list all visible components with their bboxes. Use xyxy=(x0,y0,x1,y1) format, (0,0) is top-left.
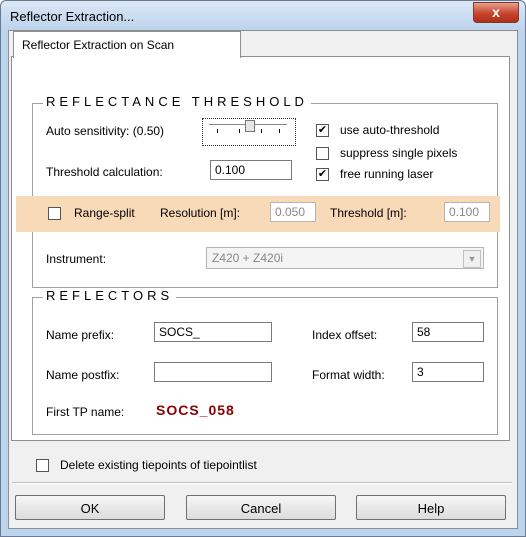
name-prefix-input[interactable]: SOCS_ xyxy=(154,322,272,342)
format-width-input[interactable]: 3 xyxy=(412,362,484,382)
name-postfix-input[interactable] xyxy=(154,362,272,382)
first-tp-name-value: SOCS_058 xyxy=(156,402,235,418)
threshold-calculation-label: Threshold calculation: xyxy=(46,165,163,179)
tab-label: Reflector Extraction on Scan xyxy=(22,38,175,52)
title-bar[interactable]: Reflector Extraction... x xyxy=(1,1,525,31)
free-running-laser-label: free running laser xyxy=(340,167,434,181)
free-running-laser-checkbox[interactable]: ✔ xyxy=(316,168,329,181)
delete-tiepoints-checkbox[interactable] xyxy=(36,459,49,472)
help-button[interactable]: Help xyxy=(356,495,506,520)
use-auto-threshold-label: use auto-threshold xyxy=(340,123,440,137)
delete-tiepoints-label: Delete existing tiepoints of tiepointlis… xyxy=(60,458,257,472)
separator xyxy=(12,482,512,484)
slider-thumb[interactable] xyxy=(245,120,255,132)
auto-sensitivity-slider[interactable] xyxy=(202,118,296,146)
ok-button[interactable]: OK xyxy=(15,495,165,520)
cancel-button[interactable]: Cancel xyxy=(186,495,336,520)
close-button[interactable]: x xyxy=(473,2,519,23)
slider-tick-mid2 xyxy=(261,129,262,133)
suppress-single-pixels-label: suppress single pixels xyxy=(340,146,458,160)
tab-reflector-extraction[interactable]: Reflector Extraction on Scan xyxy=(13,31,241,58)
range-split-label: Range-split xyxy=(74,206,135,220)
range-split-checkbox[interactable] xyxy=(48,207,61,220)
format-width-label: Format width: xyxy=(312,368,385,382)
reflectors-legend: REFLECTORS xyxy=(43,288,177,303)
instrument-value: Z420 + Z420i xyxy=(212,251,284,265)
index-offset-input[interactable]: 58 xyxy=(412,322,484,342)
first-tp-name-label: First TP name: xyxy=(46,405,125,419)
instrument-select[interactable]: Z420 + Z420i ▼ xyxy=(206,247,484,269)
suppress-single-pixels-checkbox[interactable] xyxy=(316,147,329,160)
name-postfix-label: Name postfix: xyxy=(46,368,120,382)
resolution-input[interactable]: 0.050 xyxy=(270,202,316,222)
threshold-m-label: Threshold [m]: xyxy=(330,206,407,220)
chevron-down-icon[interactable]: ▼ xyxy=(463,250,481,268)
resolution-label: Resolution [m]: xyxy=(160,206,241,220)
name-prefix-label: Name prefix: xyxy=(46,328,115,342)
threshold-calculation-input[interactable]: 0.100 xyxy=(210,160,292,180)
slider-tick-right xyxy=(279,129,280,133)
reflectance-threshold-legend: REFLECTANCE THRESHOLD xyxy=(43,94,311,109)
index-offset-label: Index offset: xyxy=(312,328,378,342)
auto-sensitivity-label: Auto sensitivity: (0.50) xyxy=(46,124,165,138)
threshold-m-input[interactable]: 0.100 xyxy=(444,202,490,222)
use-auto-threshold-checkbox[interactable]: ✔ xyxy=(316,124,329,137)
instrument-label: Instrument: xyxy=(46,252,107,266)
slider-tick-mid xyxy=(239,129,240,133)
slider-tick-left xyxy=(217,129,218,133)
window-title: Reflector Extraction... xyxy=(10,9,135,24)
